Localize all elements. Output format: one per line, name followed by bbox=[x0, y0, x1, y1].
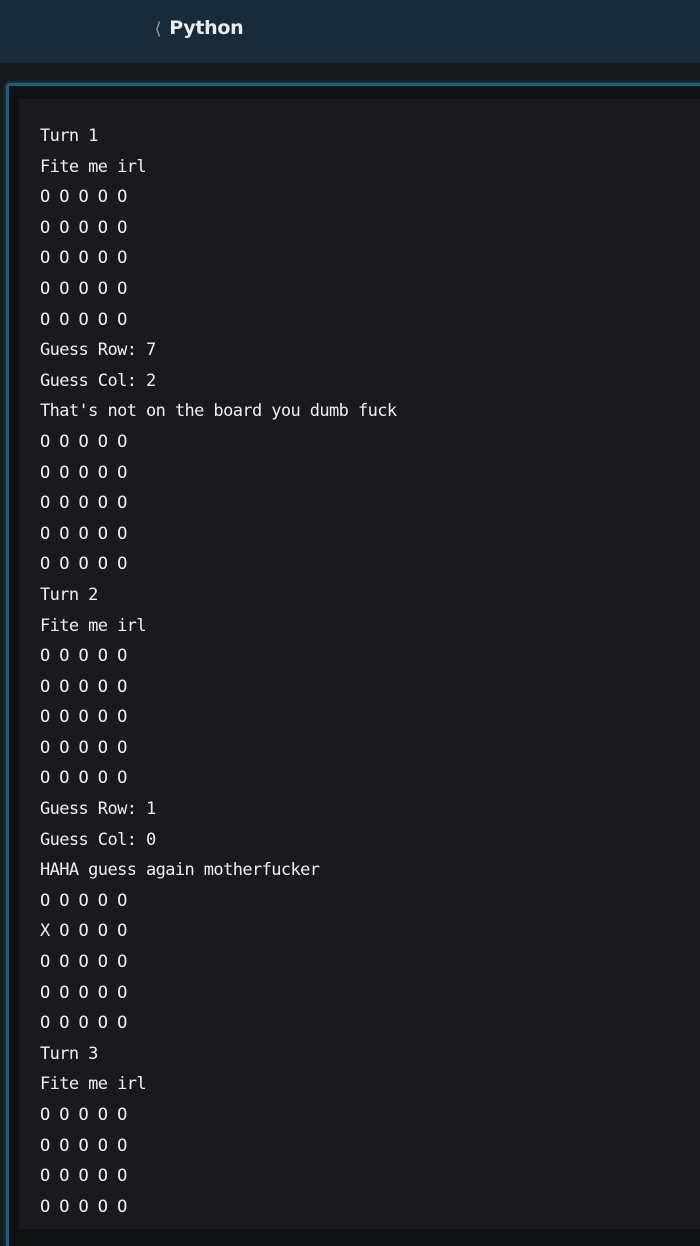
console-line: Fite me irl bbox=[40, 156, 147, 177]
console-line: Guess Row: 1 bbox=[40, 799, 156, 820]
console-line: O O O O O bbox=[40, 707, 127, 728]
console-line: O O O O O bbox=[40, 737, 127, 758]
console-line: O O O O O bbox=[40, 431, 127, 452]
console-line: O O O O O bbox=[40, 187, 127, 208]
back-to-python-link[interactable]: ❬ Python bbox=[152, 14, 244, 42]
console-line: O O O O O bbox=[40, 676, 127, 697]
console-line: O O O O O bbox=[40, 982, 127, 1003]
header-divider-strip bbox=[0, 63, 700, 83]
console-line: O O O O O bbox=[40, 768, 127, 789]
console-line: O O O O O bbox=[40, 217, 127, 238]
console-line: Turn 3 bbox=[40, 1043, 98, 1064]
back-link-label: Python bbox=[169, 17, 244, 39]
console-line: O O O O O bbox=[40, 248, 127, 269]
console-line: O O O O O bbox=[40, 462, 127, 483]
console-line: Fite me irl bbox=[40, 1074, 147, 1095]
console-line: Turn 1 bbox=[40, 126, 98, 146]
console-line: O O O O O bbox=[40, 493, 127, 514]
console-line: Guess Col: 0 bbox=[40, 829, 156, 850]
console-line: O O O O O bbox=[40, 890, 127, 911]
console-line: That's not on the board you dumb fuck bbox=[40, 401, 397, 422]
console-line: O O O O O bbox=[40, 278, 127, 299]
console-line: O O O O O bbox=[40, 309, 127, 330]
console-line: X O O O O bbox=[40, 921, 127, 942]
console-line: O O O O O bbox=[40, 1166, 127, 1187]
console-line: O O O O O bbox=[40, 646, 127, 667]
console-line: Fite me irl bbox=[40, 615, 147, 636]
top-navigation-bar: ❬ Python bbox=[0, 0, 700, 63]
console-line: O O O O O bbox=[40, 952, 127, 973]
console-line: O O O O O bbox=[40, 554, 127, 575]
console-line: Guess Col: 2 bbox=[40, 370, 156, 391]
console-line: O O O O O bbox=[40, 1013, 127, 1034]
console-line: O O O O O bbox=[40, 523, 127, 544]
console-line: HAHA guess again motherfucker bbox=[40, 860, 320, 881]
console-line: O O O O O bbox=[40, 1105, 127, 1125]
console-output-text: Turn 1 Fite me irl O O O O O O O O O O O O O… bbox=[40, 121, 397, 1222]
console-line: Guess Row: 7 bbox=[40, 340, 156, 361]
console-line: Turn 2 bbox=[40, 584, 98, 605]
chevron-left-icon: ❬ bbox=[153, 19, 163, 37]
console-line: O O O O O bbox=[40, 1135, 127, 1156]
